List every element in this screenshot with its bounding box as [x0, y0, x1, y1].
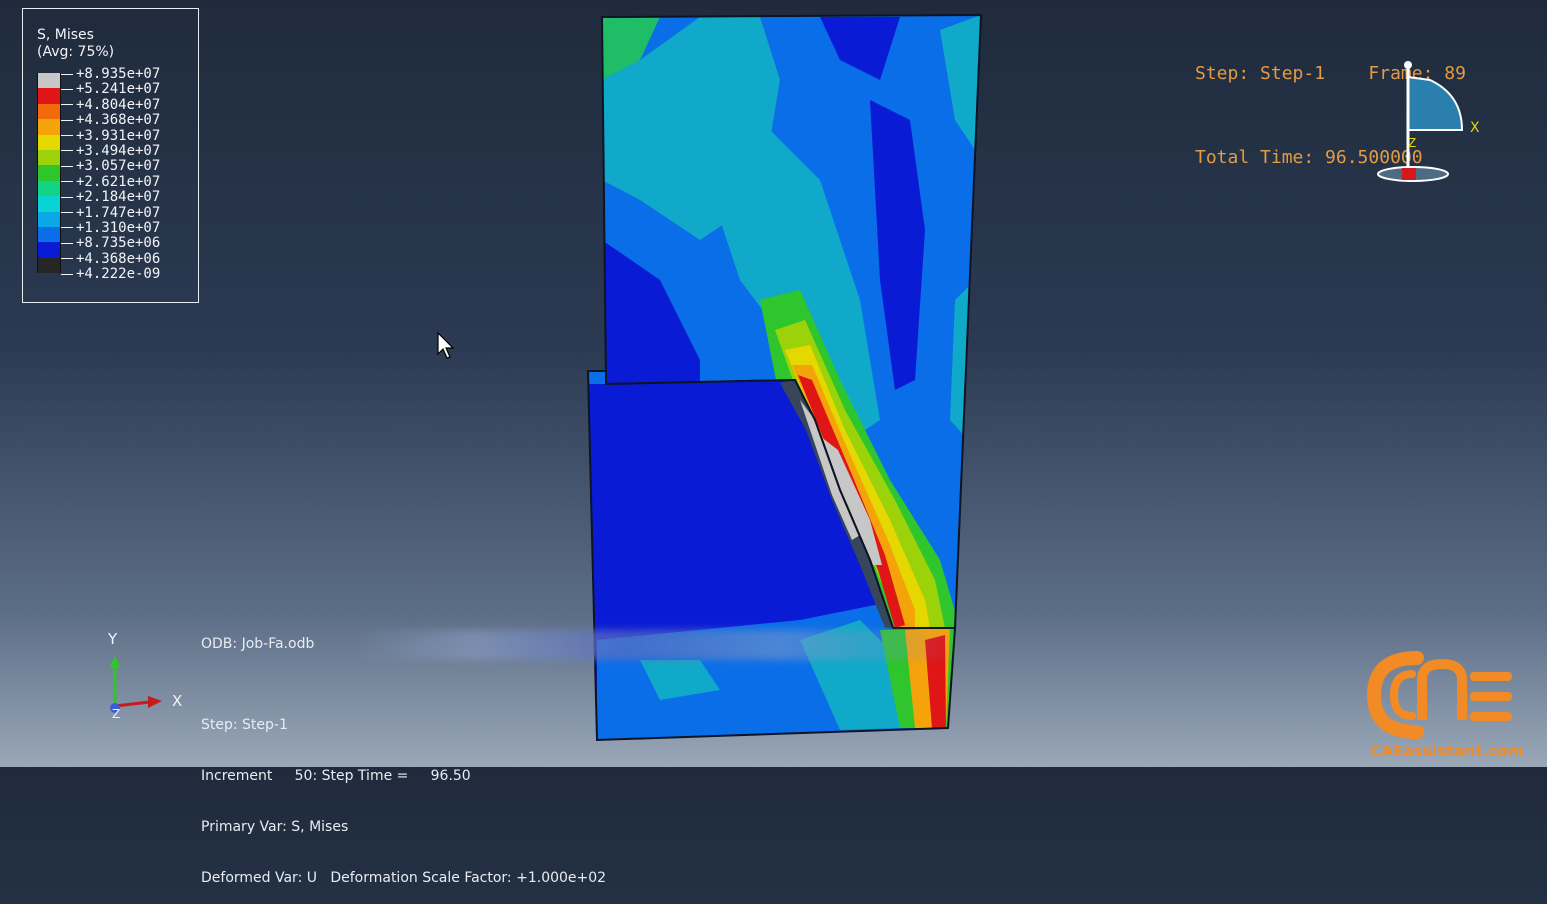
z-axis-label: Z	[112, 707, 120, 721]
blurred-overlay	[352, 630, 964, 660]
odb-info: ODB: Job-Fa.odb	[201, 636, 315, 652]
view-triad-2d: Y X Z	[107, 630, 182, 721]
logo-text: CAEassistant.com	[1370, 742, 1524, 760]
mouse-cursor-icon	[437, 332, 455, 359]
y-axis-label: Y	[107, 630, 118, 648]
x-axis-label: X	[172, 692, 182, 710]
x-axis-arrow	[114, 700, 151, 708]
step-info: Step: Step-1 Increment 50: Step Time = 9…	[201, 717, 607, 886]
